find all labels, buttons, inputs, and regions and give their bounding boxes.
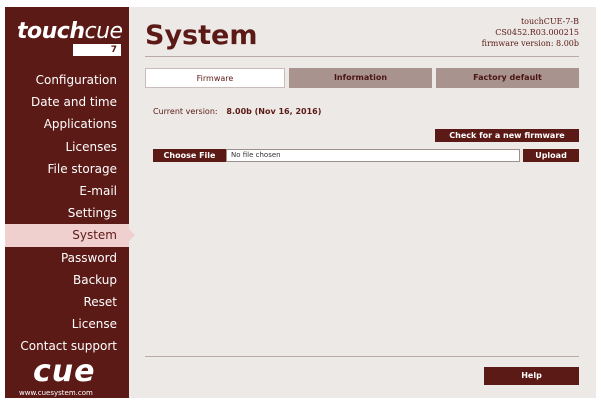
nav-system[interactable]: System: [5, 224, 135, 247]
tab-firmware[interactable]: Firmware: [145, 68, 285, 88]
brand-url: www.cuesystem.com: [19, 389, 93, 397]
choose-file-button[interactable]: Choose File: [153, 149, 226, 162]
device-name: touchCUE-7-B: [520, 17, 579, 26]
tab-information[interactable]: Information: [289, 68, 432, 88]
cue-brand-logo: cue www.cuesystem.com: [5, 352, 129, 398]
nav-password[interactable]: Password: [5, 247, 129, 269]
firmware-version: firmware version: 8.00b: [481, 39, 579, 48]
header-divider: [145, 56, 579, 57]
help-button[interactable]: Help: [484, 367, 579, 385]
device-info: touchCUE-7-B CS0452.R03.000215 firmware …: [482, 16, 579, 49]
nav-file-storage[interactable]: File storage: [5, 158, 129, 180]
current-version-value: 8.00b (Nov 16, 2016): [226, 107, 322, 116]
logo-text: touchcue: [17, 19, 123, 44]
tab-bar: Firmware Information Factory default: [145, 68, 579, 88]
nav-date-and-time[interactable]: Date and time: [5, 91, 129, 113]
nav-backup[interactable]: Backup: [5, 269, 129, 291]
check-firmware-button[interactable]: Check for a new firmware: [435, 129, 579, 142]
nav-license[interactable]: License: [5, 313, 129, 335]
footer-divider: [145, 356, 579, 357]
sidebar: touchcue 7 Configuration Date and time App…: [5, 7, 135, 398]
upload-button[interactable]: Upload: [523, 149, 579, 162]
logo-badge: 7: [73, 44, 121, 56]
page-title: System: [145, 20, 258, 51]
logo-text-bold: touch: [17, 19, 85, 44]
brand-cue-text: cue: [33, 354, 96, 389]
current-version: Current version: 8.00b (Nov 16, 2016): [153, 107, 321, 116]
file-name-field[interactable]: No file chosen: [226, 149, 520, 162]
nav-settings[interactable]: Settings: [5, 202, 129, 224]
touchcue-logo: touchcue 7: [5, 7, 129, 57]
nav-e-mail[interactable]: E-mail: [5, 180, 129, 202]
nav-licenses[interactable]: Licenses: [5, 136, 129, 158]
logo-text-thin: cue: [84, 19, 124, 44]
nav-reset[interactable]: Reset: [5, 291, 129, 313]
tab-factory-default[interactable]: Factory default: [436, 68, 579, 88]
sidebar-nav: Configuration Date and time Applications Li…: [5, 69, 135, 357]
nav-configuration[interactable]: Configuration: [5, 69, 129, 91]
current-version-label: Current version:: [153, 107, 218, 116]
nav-applications[interactable]: Applications: [5, 113, 129, 135]
device-serial: CS0452.R03.000215: [495, 28, 579, 37]
